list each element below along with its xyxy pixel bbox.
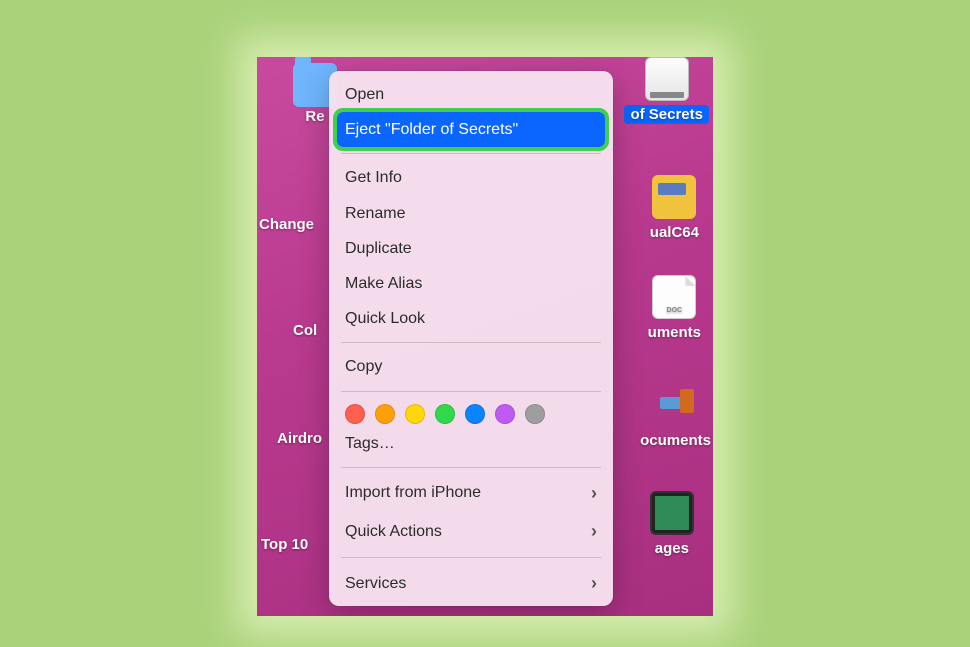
- desktop-icon-left-3[interactable]: Airdro: [271, 429, 328, 448]
- menu-label: Quick Actions: [345, 518, 442, 545]
- desktop-icon-virtualc64[interactable]: ualC64: [644, 175, 705, 242]
- icon-label: Top 10: [257, 535, 314, 554]
- menu-get-info[interactable]: Get Info: [329, 160, 613, 195]
- desktop-icon-left-2[interactable]: Col: [287, 321, 323, 340]
- app-icon: [652, 175, 696, 219]
- icon-label: of Secrets: [624, 105, 709, 124]
- chevron-right-icon: ›: [591, 516, 597, 547]
- desktop-icon-left-1[interactable]: Change: [257, 215, 320, 234]
- tag-red[interactable]: [345, 404, 365, 424]
- menu-label: Rename: [345, 200, 405, 227]
- menu-label: Duplicate: [345, 235, 412, 262]
- menu-label: Eject "Folder of Secrets": [345, 116, 518, 143]
- icon-label: ualC64: [644, 223, 705, 242]
- menu-services[interactable]: Services ›: [329, 564, 613, 603]
- tag-orange[interactable]: [375, 404, 395, 424]
- menu-rename[interactable]: Rename: [329, 196, 613, 231]
- icon-label: ages: [649, 539, 695, 558]
- menu-separator: [341, 391, 601, 392]
- menu-eject[interactable]: Eject "Folder of Secrets": [337, 112, 605, 147]
- document-icon: [652, 275, 696, 319]
- tag-green[interactable]: [435, 404, 455, 424]
- menu-label: Tags…: [345, 430, 395, 457]
- icon-label: uments: [642, 323, 707, 342]
- menu-separator: [341, 342, 601, 343]
- icon-label: Re: [299, 107, 330, 126]
- menu-separator: [341, 557, 601, 558]
- desktop-icon-documents[interactable]: uments: [642, 275, 707, 342]
- menu-label: Quick Look: [345, 305, 425, 332]
- menu-open[interactable]: Open: [329, 77, 613, 112]
- icon-label: ocuments: [634, 431, 713, 450]
- icon-label: Airdro: [271, 429, 328, 448]
- context-menu: Open Eject "Folder of Secrets" Get Info …: [329, 71, 613, 606]
- menu-quick-actions[interactable]: Quick Actions ›: [329, 512, 613, 551]
- chevron-right-icon: ›: [591, 478, 597, 509]
- menu-quick-look[interactable]: Quick Look: [329, 301, 613, 336]
- menu-make-alias[interactable]: Make Alias: [329, 266, 613, 301]
- menu-label: Get Info: [345, 164, 402, 191]
- desktop-icon-images[interactable]: ages: [649, 491, 695, 558]
- usb-icon: [654, 383, 698, 427]
- menu-label: Import from iPhone: [345, 479, 481, 506]
- menu-separator: [341, 467, 601, 468]
- menu-label: Services: [345, 570, 406, 597]
- menu-tags[interactable]: Tags…: [329, 426, 613, 461]
- tag-gray[interactable]: [525, 404, 545, 424]
- tag-color-row: [329, 398, 613, 426]
- menu-label: Make Alias: [345, 270, 422, 297]
- tag-purple[interactable]: [495, 404, 515, 424]
- menu-label: Open: [345, 81, 384, 108]
- chevron-right-icon: ›: [591, 568, 597, 599]
- tag-yellow[interactable]: [405, 404, 425, 424]
- menu-separator: [341, 153, 601, 154]
- window-icon: [650, 491, 694, 535]
- desktop-icon-left-4[interactable]: Top 10: [257, 535, 314, 554]
- icon-label: Change: [257, 215, 320, 234]
- menu-import-iphone[interactable]: Import from iPhone ›: [329, 474, 613, 513]
- menu-label: Copy: [345, 353, 382, 380]
- desktop-icon-secrets[interactable]: of Secrets: [624, 57, 709, 124]
- desktop-icon-stick[interactable]: ocuments: [634, 383, 713, 450]
- menu-duplicate[interactable]: Duplicate: [329, 231, 613, 266]
- desktop-frame: of Secrets ualC64 uments ocuments ages R…: [257, 57, 713, 616]
- menu-copy[interactable]: Copy: [329, 349, 613, 384]
- drive-icon: [645, 57, 689, 101]
- tag-blue[interactable]: [465, 404, 485, 424]
- icon-label: Col: [287, 321, 323, 340]
